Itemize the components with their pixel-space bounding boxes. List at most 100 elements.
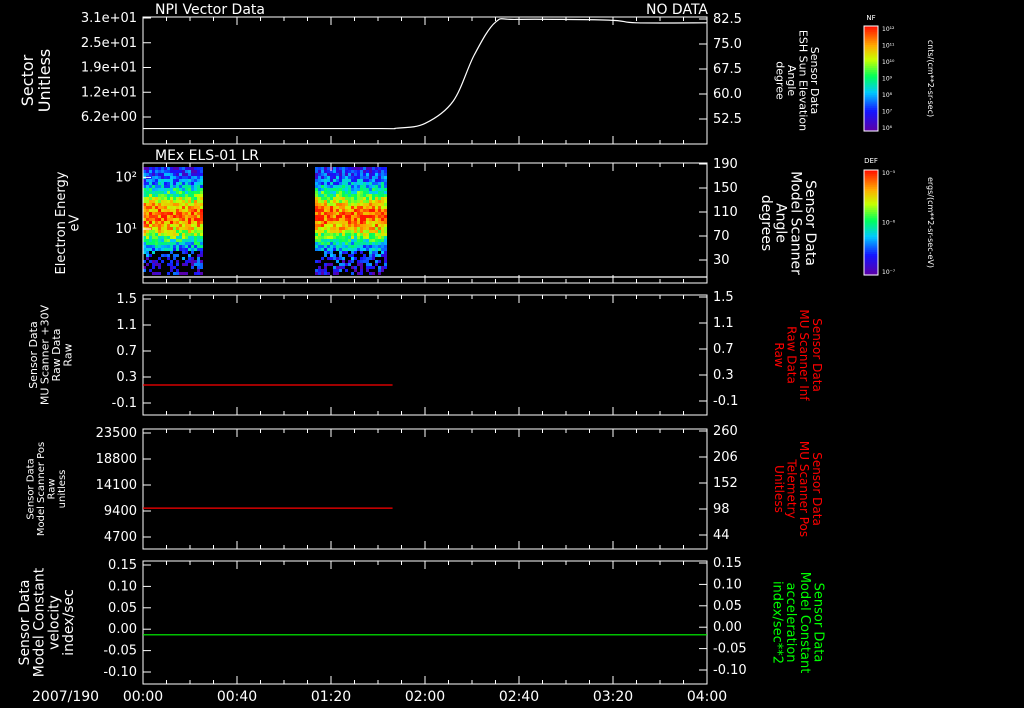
left-tick-label: 10¹ [115, 222, 137, 237]
colorbar-nf: NF 10¹² 10¹¹ 10¹⁰ 10⁹ 10⁸ 10⁷ 10⁶ cnts/(cm**2-sr… [863, 14, 935, 132]
right-tick-label: 70 [713, 229, 730, 244]
left-tick-label: 14100 [96, 478, 137, 493]
panel-frame [142, 560, 708, 685]
right-tick-label: 98 [713, 502, 730, 517]
panel-5: 0.15 0.10 0.05 0.00 -0.05 -0.10 0.15 0.10 0.05 0.… [17, 556, 826, 685]
left-tick-label: 10² [115, 170, 137, 185]
spectrogram-block-1 [143, 167, 203, 275]
right-tick-label: 1.1 [713, 316, 734, 331]
colorbar-tick-label: 10⁷ [882, 109, 893, 116]
left-tick-label: 1.1 [116, 318, 137, 333]
right-tick-label: -0.05 [713, 642, 747, 657]
left-tick-label: -0.05 [103, 644, 137, 659]
right-tick-label: 1.5 [713, 290, 734, 305]
left-tick-label: 9400 [104, 504, 137, 519]
colorbar-units: ergs/(cm**2-sr-sec-eV) [926, 177, 935, 268]
right-tick-label: 82.5 [713, 12, 742, 27]
left-axis-label: Sensor DataModel Constantvelocityindex/s… [17, 567, 77, 677]
panel-title: NPI Vector Data [155, 2, 265, 18]
right-tick-label: 0.7 [713, 342, 734, 357]
colorbar-def: DEF 10⁻⁵ 10⁻⁶ 10⁻⁷ ergs/(cm**2-sr-sec-eV) [863, 157, 935, 276]
panel-frame [142, 16, 708, 145]
left-tick-label: 6.2e+00 [81, 110, 137, 125]
right-axis-label: Sensor DataESH Sun ElevationAngledegree [774, 30, 822, 131]
right-tick-label: 0.05 [713, 599, 742, 614]
right-axis-label: Sensor DataMU Scanner InfRaw DataRaw [772, 309, 824, 401]
left-tick-label: -0.1 [112, 396, 137, 411]
right-tick-label: 0.10 [713, 577, 742, 592]
spectrogram [143, 167, 387, 275]
panel-frame [142, 428, 708, 550]
left-axis-label: Electron EnergyeV [54, 171, 83, 274]
panel-frame [142, 294, 708, 416]
right-tick-label: 52.5 [713, 112, 742, 127]
left-tick-label: 0.3 [116, 370, 137, 385]
panel-title: MEx ELS-01 LR [155, 148, 259, 164]
panel-1: NPI Vector Data NO DATA 3.1e+01 2.5e+01 1.9e… [18, 2, 822, 145]
colorbar-tick-label: 10⁻⁷ [882, 269, 896, 276]
left-tick-label: 1.2e+01 [81, 85, 137, 100]
left-tick-label: 0.10 [108, 579, 137, 594]
right-tick-label: 206 [713, 450, 738, 465]
right-tick-label: -0.1 [713, 394, 738, 409]
panel-frame [142, 162, 708, 284]
colorbar-tick-label: 10⁶ [882, 125, 893, 132]
spectrogram-block-2 [315, 167, 387, 275]
left-tick-label: 3.1e+01 [81, 11, 137, 26]
right-tick-label: 67.5 [713, 62, 742, 77]
multi-panel-plot: NPI Vector Data NO DATA 3.1e+01 2.5e+01 1.9e… [17, 2, 935, 705]
time-tick-label: 00:00 [123, 689, 163, 705]
right-tick-label: 44 [713, 528, 730, 543]
panel-3: 1.5 1.1 0.7 0.3 -0.1 1.5 1.1 0.7 0.3 -0.1 Sensor D… [27, 290, 824, 416]
left-tick-label: 23500 [96, 426, 137, 441]
right-axis-label: Sensor DataMU Scanner PosTelemetryUnitle… [772, 441, 824, 537]
right-tick-label: 75.0 [713, 37, 742, 52]
left-tick-label: 0.15 [108, 558, 137, 573]
left-tick-label: 0.00 [108, 622, 137, 637]
right-tick-label: 110 [713, 205, 738, 220]
time-tick-label: 02:00 [405, 689, 445, 705]
left-tick-label: -0.10 [103, 665, 137, 680]
panel-4: 23500 18800 14100 9400 4700 260 206 152 98 44 Sens… [26, 424, 824, 550]
left-tick-label: 2.5e+01 [81, 36, 137, 51]
colorbar-tick-label: 10¹¹ [882, 43, 895, 50]
left-axis-label: Sensor DataModel Scanner PosRawunitless [26, 442, 69, 536]
right-axis-label: Sensor DataModel ScannerAngledegrees [758, 171, 818, 275]
left-axis-label: SectorUnitless [18, 49, 54, 113]
right-tick-label: 30 [713, 253, 730, 268]
right-tick-label: -0.10 [713, 663, 747, 678]
left-tick-label: 0.7 [116, 344, 137, 359]
status-label: NO DATA [646, 2, 708, 18]
colorbar-tick-label: 10⁸ [882, 92, 893, 99]
left-tick-label: 4700 [104, 530, 137, 545]
time-tick-label: 02:40 [499, 689, 539, 705]
time-tick-label: 04:00 [687, 689, 727, 705]
colorbar-tick-label: 10¹⁰ [882, 59, 895, 66]
right-tick-label: 260 [713, 424, 738, 439]
right-tick-label: 0.3 [713, 368, 734, 383]
colorbar-tick-label: 10⁻⁶ [882, 220, 896, 227]
right-tick-label: 150 [713, 181, 738, 196]
colorbar-tag: DEF [864, 157, 878, 165]
right-tick-label: 152 [713, 476, 738, 491]
colorbar-tick-label: 10⁻⁵ [882, 170, 896, 177]
right-axis-label: Sensor DataModel Constantaccelerationind… [770, 572, 826, 674]
right-tick-label: 190 [713, 157, 738, 172]
colorbar-tick-label: 10¹² [882, 26, 895, 33]
left-axis-label: Sensor DataMU Scanner +30VRaw DataRaw [27, 304, 75, 405]
time-tick-label: 01:20 [311, 689, 351, 705]
series-line [142, 18, 708, 130]
panel-2: MEx ELS-01 LR 10² 10¹ 190 150 110 70 30 Electron… [54, 148, 818, 284]
left-tick-label: 1.9e+01 [81, 61, 137, 76]
left-tick-label: 0.05 [108, 601, 137, 616]
right-tick-label: 60.0 [713, 87, 742, 102]
date-label: 2007/190 [32, 689, 99, 705]
right-tick-label: 0.00 [713, 620, 742, 635]
colorbar-tick-label: 10⁹ [882, 76, 893, 83]
left-tick-label: 1.5 [116, 292, 137, 307]
right-tick-label: 0.15 [713, 556, 742, 571]
colorbar-units: cnts/(cm**2-sr-sec) [926, 40, 935, 117]
left-tick-label: 18800 [96, 452, 137, 467]
time-tick-label: 03:20 [593, 689, 633, 705]
colorbar-tag: NF [866, 14, 875, 22]
